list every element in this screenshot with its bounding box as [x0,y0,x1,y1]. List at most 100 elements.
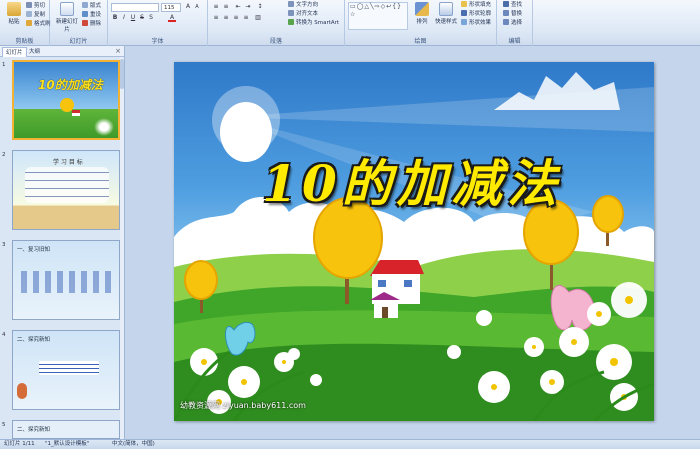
language-indicator[interactable]: 中文(简体，中国) [112,440,155,449]
current-slide[interactable]: 10的加减法 幼教资源网 ziyuan.baby611.com [174,62,654,421]
slide-thumbnail[interactable]: 10的加减法 [12,60,120,140]
arrange-label: 排列 [416,19,428,25]
close-icon[interactable]: × [115,47,121,55]
effects-icon [461,19,467,25]
new-slide-icon [60,2,74,16]
layout-button[interactable]: 版式 [82,2,101,11]
house-door [382,307,388,318]
drawing-group: ▭◯△╲⇨◇↩{}☆ 排列 快速样式 形状填充 形状轮廓 形状效果 绘图 [345,0,497,46]
bullets-icon[interactable]: ≡ [212,3,220,11]
slide-thumbnail[interactable]: 学 习 目 标 [12,150,120,230]
shadow-icon[interactable]: S [147,14,155,22]
thumb-text-lines [25,167,109,203]
select-button[interactable]: 选择 [503,19,522,28]
house-window [378,280,386,287]
quick-styles-button[interactable]: 快速样式 [433,2,459,34]
watermark-text: 幼教资源网 ziyuan.baby611.com [180,401,306,410]
slide-number: 4 [2,332,6,338]
text-direction-button[interactable]: 文字方向 [288,1,318,10]
pen-icon [461,10,467,16]
underline-icon[interactable]: U [129,14,137,22]
arrange-button[interactable]: 排列 [411,2,433,34]
slide-thumbnail[interactable]: 二、探究新知 [12,330,120,410]
layout-icon [82,2,88,8]
thumb-title: 一、复习旧知 [17,247,51,253]
tree-yellow-small [592,195,624,233]
thumb-diagram [21,271,113,293]
slide-thumbnail[interactable]: 一、复习旧知 [12,240,120,320]
tree-yellow-left [184,260,218,300]
font-name-field[interactable] [111,3,159,12]
align-left-icon[interactable]: ≡ [212,14,220,22]
shape-outline-button[interactable]: 形状轮廓 [461,10,491,19]
house-window [404,280,412,287]
columns-icon[interactable]: ▥ [254,14,262,22]
paragraph-group-label: 段落 [269,38,282,45]
copy-icon [26,11,32,17]
thumb-flowers [94,118,114,136]
tab-outline[interactable]: 大纲 [26,47,43,57]
slides-panel: 幻灯片 大纲 × 1 10的加减法 2 学 习 目 标 3 一、复习旧知 4 二… [0,46,125,439]
reset-button[interactable]: 重设 [82,11,101,20]
align-center-icon[interactable]: ≡ [222,14,230,22]
font-size-field[interactable]: 115 [161,3,181,12]
thumb-title: 学 习 目 标 [53,159,83,166]
clipboard-group: 粘贴 剪切 复制 格式刷 剪贴板 [0,0,51,46]
cut-label: 剪切 [34,3,46,9]
align-text-button[interactable]: 对齐文本 [288,10,318,19]
tab-slides[interactable]: 幻灯片 [2,47,27,57]
shape-effects-label: 形状效果 [469,20,492,26]
drawing-group-label: 绘图 [414,38,427,45]
replace-button[interactable]: 替换 [503,10,522,19]
slide-title[interactable]: 10的加减法 [232,144,592,216]
increase-indent-icon[interactable]: ⇥ [244,3,252,11]
slide-number: 3 [2,242,6,248]
editing-group-label: 编辑 [508,38,521,45]
new-slide-button[interactable]: 新建幻灯片 [54,2,80,34]
slide-thumbnail[interactable]: 二、探究新知 [12,420,120,439]
layout-label: 版式 [90,3,102,9]
grow-font-icon[interactable]: A [184,3,192,11]
theme-name[interactable]: "1_默认设计模板" [45,440,89,449]
panel-scrollbar[interactable] [120,57,124,439]
format-painter-label: 格式刷 [34,21,51,27]
align-text-label: 对齐文本 [296,11,319,17]
smartart-button[interactable]: 转换为 SmartArt [288,19,339,28]
format-painter-button[interactable]: 格式刷 [26,20,51,29]
shrink-font-icon[interactable]: A [193,3,201,11]
new-slide-label: 新建幻灯片 [55,19,78,33]
editing-group: 查找 替换 选择 编辑 [497,0,533,46]
align-right-icon[interactable]: ≡ [232,14,240,22]
copy-button[interactable]: 复制 [26,11,45,20]
font-group-label: 字体 [151,38,164,45]
justify-icon[interactable]: ≡ [242,14,250,22]
slide-editing-area: 10的加减法 幼教资源网 ziyuan.baby611.com [126,46,700,439]
thumb-house [72,110,80,116]
italic-icon[interactable]: I [120,14,128,22]
line-spacing-icon[interactable]: ↕ [256,3,264,11]
cut-button[interactable]: 剪切 [26,2,45,11]
bold-icon[interactable]: B [111,14,119,22]
scissors-icon [26,2,32,8]
find-button[interactable]: 查找 [503,1,522,10]
font-group: 115 A A B I U S S A 字体 [108,0,208,46]
shape-fill-button[interactable]: 形状填充 [461,1,491,10]
numbering-icon[interactable]: ≡ [222,3,230,11]
shapes-gallery[interactable]: ▭◯△╲⇨◇↩{}☆ [348,2,408,30]
decrease-indent-icon[interactable]: ⇤ [234,3,242,11]
scrollbar-thumb[interactable] [120,59,124,89]
slides-group: 新建幻灯片 版式 重设 删除 幻灯片 [50,0,108,46]
brush-icon [26,20,32,26]
font-color-icon[interactable]: A [168,14,176,22]
paste-button[interactable]: 粘贴 [3,2,25,34]
ribbon: 粘贴 剪切 复制 格式刷 剪贴板 新建幻灯片 版式 重设 删除 幻灯片 115 … [0,0,700,46]
delete-slide-button[interactable]: 删除 [82,20,101,29]
replace-label: 替换 [511,11,523,17]
reset-icon [82,11,88,17]
shape-effects-button[interactable]: 形状效果 [461,19,491,28]
slide-number: 2 [2,152,6,158]
cloud-top-right [494,72,620,110]
strikethrough-icon[interactable]: S [138,14,146,22]
reset-label: 重设 [90,12,102,18]
slide-artwork [174,72,654,421]
